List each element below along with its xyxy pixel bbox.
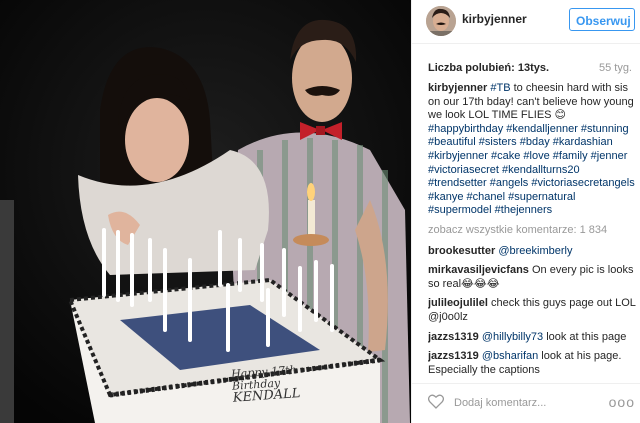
avatar-image — [426, 6, 456, 36]
comments-list: kirbyjenner #TB to cheesin hard with sis… — [428, 82, 638, 382]
hashtag[interactable]: #bday — [520, 136, 550, 148]
hashtag[interactable]: #love — [523, 150, 549, 162]
comment-username[interactable]: jazzs1319 — [428, 350, 479, 362]
add-comment-input[interactable]: Dodaj komentarz... — [454, 397, 546, 409]
post-image — [0, 0, 411, 423]
comment-item: julileojulilel check this guys page out … — [428, 297, 638, 324]
hashtag[interactable]: #kirbyjenner — [428, 150, 488, 162]
hashtag[interactable]: #kendallturns20 — [502, 164, 580, 176]
hashtag[interactable]: #happybirthday — [428, 123, 503, 135]
hashtag[interactable]: #jenner — [591, 150, 628, 162]
username-link[interactable]: kirbyjenner — [462, 12, 527, 26]
post-age[interactable]: 55 tyg. — [599, 62, 632, 74]
caption-hashtags: #happybirthday #kendalljenner #stunning … — [428, 123, 635, 217]
comment-username[interactable]: brookesutter — [428, 245, 495, 257]
post-photo[interactable]: Happy 17th Birthday KENDALL — [0, 0, 411, 423]
hashtag[interactable]: #family — [553, 150, 588, 162]
hashtag[interactable]: #beautiful — [428, 136, 476, 148]
comment-item: jazzs1319 @hillybilly73 look at this pag… — [428, 331, 638, 345]
heart-icon[interactable] — [427, 394, 445, 414]
comment-mention[interactable]: @breekimberly — [498, 245, 572, 257]
post-header: kirbyjenner Obserwuj — [412, 0, 640, 44]
hashtag[interactable]: #victoriasecretangels — [531, 177, 634, 189]
hashtag[interactable]: #thejenners — [495, 204, 553, 216]
hashtag[interactable]: #kardashian — [553, 136, 613, 148]
comment-rows: brookesutter @breekimberly mirkavasiljevi… — [428, 245, 638, 378]
more-options-icon[interactable]: ooo — [609, 394, 635, 410]
post-footer: Dodaj komentarz... ooo — [412, 383, 640, 423]
likes-count[interactable]: Liczba polubień: 13tys. — [428, 62, 549, 74]
hashtag[interactable]: #cake — [491, 150, 520, 162]
hashtag[interactable]: #TB — [490, 82, 510, 94]
comment-item: brookesutter @breekimberly — [428, 245, 638, 259]
avatar[interactable] — [426, 6, 456, 36]
hashtag[interactable]: #chanel — [467, 191, 506, 203]
hashtag[interactable]: #supermodel — [428, 204, 492, 216]
comment-username[interactable]: mirkavasiljevicfans — [428, 264, 529, 276]
caption: kirbyjenner #TB to cheesin hard with sis… — [428, 82, 638, 218]
post-sidebar: kirbyjenner Obserwuj Liczba polubień: 13… — [411, 0, 640, 423]
hashtag[interactable]: #kendalljenner — [506, 123, 578, 135]
comment-mention[interactable]: @bsharifan — [482, 350, 538, 362]
follow-button[interactable]: Obserwuj — [569, 8, 635, 31]
comment-username[interactable]: julileojulilel — [428, 297, 488, 309]
comment-username[interactable]: jazzs1319 — [428, 331, 479, 343]
comment-text: look at this page — [543, 330, 627, 343]
comment-item: jazzs1319 @bsharifan look at his page. E… — [428, 350, 638, 377]
hashtag[interactable]: #stunning — [581, 123, 629, 135]
caption-username[interactable]: kirbyjenner — [428, 82, 487, 94]
comment-mention[interactable]: @hillybilly73 — [482, 331, 543, 343]
hashtag[interactable]: #supernatural — [508, 191, 575, 203]
view-all-comments-link[interactable]: zobacz wszystkie komentarze: 1 834 — [428, 224, 638, 238]
hashtag[interactable]: #sisters — [479, 136, 517, 148]
hashtag[interactable]: #victoriasecret — [428, 164, 499, 176]
hashtag[interactable]: #trendsetter — [428, 177, 487, 189]
comment-item: mirkavasiljevicfans On every pic is look… — [428, 264, 638, 291]
hashtag[interactable]: #angels — [490, 177, 529, 189]
hashtag[interactable]: #kanye — [428, 191, 463, 203]
